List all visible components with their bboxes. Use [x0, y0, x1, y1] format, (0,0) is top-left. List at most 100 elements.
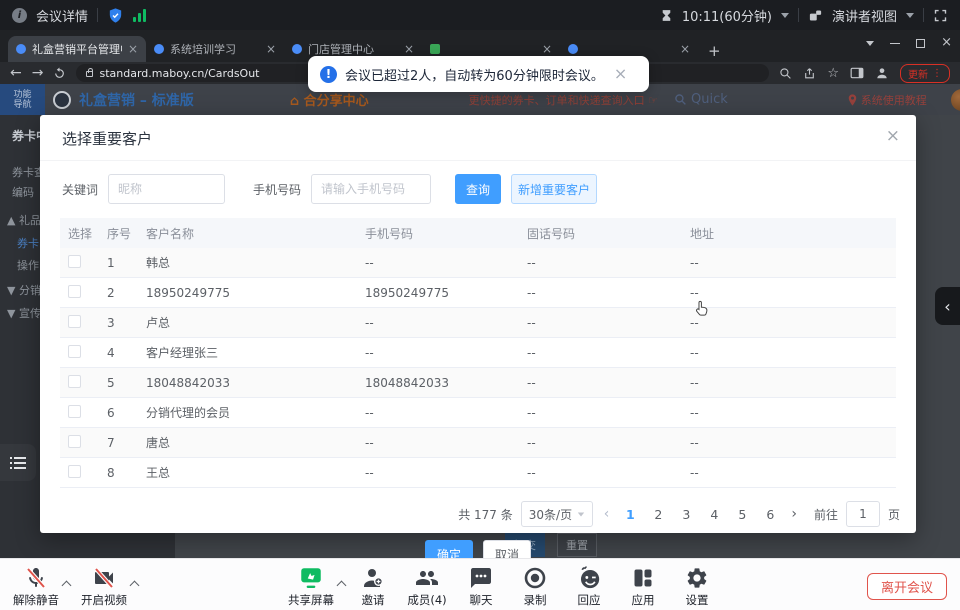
browser-menu-icon: ⋮ [932, 68, 942, 79]
table-row[interactable]: 8 王总 -- -- -- [60, 458, 896, 488]
page-2-button[interactable]: 2 [648, 507, 668, 522]
row-checkbox[interactable] [68, 375, 81, 388]
forward-icon[interactable]: → [32, 66, 44, 80]
tab-label: 门店管理中心 [308, 41, 398, 57]
members-icon [414, 564, 440, 591]
view-mode-label[interactable]: 演讲者视图 [832, 6, 897, 25]
goto-page-input[interactable] [846, 501, 880, 527]
chat-button[interactable]: 聊天 [453, 564, 509, 608]
sidebar-item-card-active[interactable]: 券卡 [17, 235, 39, 251]
members-button[interactable]: 成员(4) [399, 564, 455, 608]
add-customer-button[interactable]: 新增重要客户 [511, 174, 597, 204]
back-icon[interactable]: ← [10, 66, 22, 80]
reload-icon[interactable] [53, 67, 66, 80]
profile-icon[interactable] [875, 66, 889, 80]
phone-input[interactable] [311, 174, 431, 204]
meeting-panel-expand-handle[interactable]: ‹ [935, 287, 960, 325]
quick-nav-fab-button[interactable] [0, 444, 36, 481]
network-signal-icon[interactable] [133, 9, 146, 22]
tab-close-icon[interactable]: × [128, 42, 138, 56]
sidebar-item-promo-material[interactable]: ▼ 宣传 [7, 305, 41, 321]
chrome-update-button[interactable]: 更新 ⋮ [900, 64, 950, 83]
start-video-button[interactable]: 开启视频 [76, 564, 132, 608]
modal-close-icon[interactable]: × [886, 126, 900, 146]
record-button[interactable]: 录制 [507, 564, 563, 608]
timer-dropdown-icon[interactable] [781, 13, 789, 18]
row-checkbox[interactable] [68, 255, 81, 268]
meeting-toolbar: 解除静音 开启视频 共享屏幕 [0, 558, 960, 610]
leave-meeting-button[interactable]: 离开会议 [867, 573, 947, 600]
select-customer-modal: 选择重要客户 × 关键词 手机号码 查询 新增重要客户 选择 序号 客户名称 手… [40, 115, 916, 533]
tab-close-icon[interactable]: × [404, 42, 414, 56]
page-size-select[interactable]: 30条/页 [521, 501, 593, 527]
search-icon [674, 93, 687, 106]
row-checkbox[interactable] [68, 435, 81, 448]
toast-close-icon[interactable]: × [614, 66, 627, 82]
window-maximize-button[interactable] [916, 39, 925, 48]
table-row[interactable]: 2 18950249775 18950249775 -- -- [60, 278, 896, 308]
query-button[interactable]: 查询 [455, 174, 501, 204]
new-tab-button[interactable]: + [708, 38, 721, 60]
page-size-value: 30条/页 [529, 506, 572, 523]
table-row[interactable]: 6 分销代理的会员 -- -- -- [60, 398, 896, 428]
security-shield-icon[interactable] [107, 7, 124, 24]
table-row[interactable]: 3 卢总 -- -- -- [60, 308, 896, 338]
tab-close-icon[interactable]: × [266, 42, 276, 56]
window-menu-icon[interactable] [866, 41, 874, 46]
tab-label: 礼盒营销平台管理中心 [32, 41, 122, 57]
list-icon [10, 457, 26, 469]
meeting-details-label[interactable]: 会议详情 [36, 6, 88, 25]
browser-tab-training[interactable]: 系统培训学习 × [146, 36, 284, 62]
zoom-icon[interactable] [779, 67, 792, 80]
page-3-button[interactable]: 3 [676, 507, 696, 522]
window-minimize-button[interactable] [890, 43, 900, 44]
prev-page-button[interactable]: ‹ [601, 506, 613, 522]
side-panel-icon[interactable] [850, 67, 864, 79]
apps-button[interactable]: 应用 [615, 564, 671, 608]
user-account[interactable]: 8385xh xh [951, 89, 960, 111]
table-row[interactable]: 5 18048842033 18048842033 -- -- [60, 368, 896, 398]
page-5-button[interactable]: 5 [732, 507, 752, 522]
bookmark-star-icon[interactable]: ☆ [827, 66, 839, 81]
table-row[interactable]: 1 韩总 -- -- -- [60, 248, 896, 278]
gear-icon [685, 564, 709, 591]
sidebar-item-code[interactable]: 编码 [12, 184, 34, 200]
row-checkbox[interactable] [68, 285, 81, 298]
page-6-button[interactable]: 6 [760, 507, 780, 522]
layout-view-icon [808, 8, 823, 23]
keyword-input[interactable] [108, 174, 225, 204]
row-checkbox[interactable] [68, 315, 81, 328]
fullscreen-icon[interactable] [933, 8, 948, 23]
video-options-chevron[interactable] [130, 581, 140, 591]
row-checkbox[interactable] [68, 465, 81, 478]
window-close-button[interactable]: × [941, 38, 952, 48]
row-checkbox[interactable] [68, 405, 81, 418]
row-checkbox[interactable] [68, 345, 81, 358]
settings-button[interactable]: 设置 [669, 564, 725, 608]
tab-close-icon[interactable]: × [542, 42, 552, 56]
share-screen-button[interactable]: 共享屏幕 [279, 564, 343, 608]
share-center-label: 合分享中心 [304, 94, 369, 109]
unmute-button[interactable]: 解除静音 [8, 564, 64, 608]
mic-options-chevron[interactable] [62, 581, 72, 591]
view-mode-dropdown-icon[interactable] [906, 13, 914, 18]
header-phone: 手机号码 [358, 225, 520, 242]
tutorial-link[interactable]: 系统使用教程 [848, 92, 927, 108]
quick-search[interactable]: Quick [674, 92, 728, 107]
invite-button[interactable]: 邀请 [345, 564, 401, 608]
share-icon[interactable] [803, 67, 816, 80]
tab-close-icon[interactable]: × [680, 42, 690, 56]
reactions-button[interactable]: 回应 [561, 564, 617, 608]
nav-toggle-button[interactable]: 功能 导航 [0, 84, 45, 115]
meeting-info-icon[interactable]: i [12, 8, 27, 23]
browser-tab-gift-admin[interactable]: 礼盒营销平台管理中心 × [8, 36, 146, 62]
tab-favicon [430, 44, 440, 54]
table-row[interactable]: 7 唐总 -- -- -- [60, 428, 896, 458]
page-4-button[interactable]: 4 [704, 507, 724, 522]
next-page-button[interactable]: › [788, 506, 800, 522]
page-1-button[interactable]: 1 [620, 507, 640, 522]
table-row[interactable]: 4 客户经理张三 -- -- -- [60, 338, 896, 368]
share-center-link[interactable]: ⌂ 合分享中心 [290, 90, 369, 109]
sidebar-item-operate[interactable]: 操作 [17, 257, 39, 273]
sidebar-item-distribution[interactable]: ▼ 分销 [7, 282, 41, 298]
